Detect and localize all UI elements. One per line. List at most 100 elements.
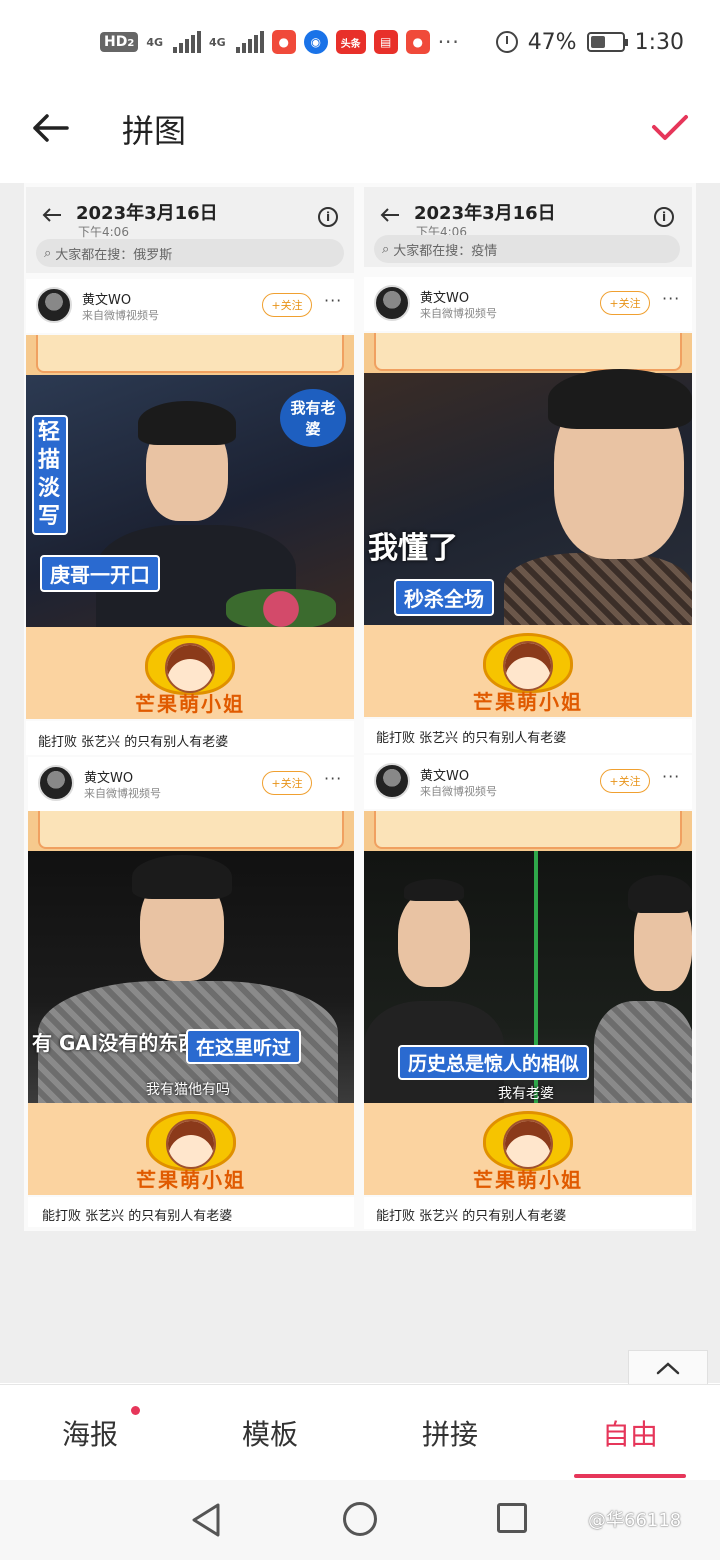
- arrow-left-icon: [380, 208, 399, 222]
- avatar: [374, 285, 410, 321]
- post-header: 黄文WO 来自微博视频号 +关注 ···: [26, 279, 354, 333]
- system-nav-bar: @华66118: [0, 1480, 720, 1560]
- person-hair-2: [628, 875, 692, 913]
- logo-girl-icon: [503, 641, 553, 691]
- video-footer: 芒果萌小姐: [364, 1103, 692, 1195]
- post-source: 来自微博视频号: [420, 785, 497, 798]
- arrow-left-icon: [42, 208, 61, 222]
- confirm-button[interactable]: [644, 102, 696, 154]
- video-footer: 芒果萌小姐: [26, 627, 354, 719]
- person-hair: [548, 369, 692, 429]
- video-subtitle-top: 我懂了: [368, 531, 458, 566]
- video-subtitle: 庚哥一开口: [40, 555, 160, 592]
- chevron-up-icon: [656, 1361, 680, 1374]
- video-subtitle: 历史总是惊人的相似: [398, 1045, 590, 1080]
- person-hair: [138, 401, 236, 445]
- nav-home-icon[interactable]: [343, 1502, 377, 1536]
- collage-canvas: 2023年3月16日 下午4:06 i ⌕ 大家都在搜：俄罗斯 黄文WO 来自微博…: [0, 183, 720, 1383]
- nav-recents-icon[interactable]: [497, 1503, 527, 1533]
- page-title: 拼图: [122, 112, 187, 150]
- info-icon: i: [654, 207, 674, 227]
- video-frame: 有 GAI没有的东西 在这里听过 我有猫他有吗 芒果萌小姐: [28, 811, 354, 1195]
- tab-stitch[interactable]: 拼接: [390, 1413, 510, 1453]
- tab-poster[interactable]: 海报: [30, 1413, 150, 1453]
- battery-fill: [590, 36, 605, 48]
- avatar: [36, 287, 72, 323]
- video-footer: 芒果萌小姐: [364, 625, 692, 717]
- search-icon: ⌕: [44, 245, 52, 261]
- screenshot-date: 2023年3月16日: [414, 203, 556, 224]
- video-frame: 我懂了 秒杀全场 芒果萌小姐: [364, 333, 692, 717]
- search-bar: ⌕ 大家都在搜：俄罗斯: [36, 239, 344, 267]
- post-author: 黄文WO: [84, 771, 134, 786]
- browser-app-icon: ◉: [303, 30, 328, 54]
- tab-template[interactable]: 模板: [210, 1413, 330, 1453]
- post-source: 来自微博视频号: [420, 307, 497, 320]
- search-text: 大家都在搜：疫情: [393, 243, 498, 259]
- check-icon: [652, 115, 688, 140]
- collage-tile-left[interactable]: 2023年3月16日 下午4:06 i ⌕ 大家都在搜：俄罗斯 黄文WO 来自微博…: [26, 187, 354, 1227]
- follow-button: +关注: [600, 769, 650, 793]
- tab-free[interactable]: 自由: [570, 1413, 690, 1453]
- signal-icon: [173, 31, 201, 53]
- nav-back-icon[interactable]: [190, 1502, 222, 1538]
- reader-app-icon: ▤: [373, 30, 398, 54]
- back-button[interactable]: [26, 104, 74, 152]
- video-frame: 历史总是惊人的相似 我有老婆 芒果萌小姐: [364, 811, 692, 1195]
- battery-percent: 47%: [527, 29, 577, 55]
- avatar: [374, 763, 410, 799]
- video-subtitle: 在这里听过: [186, 1029, 302, 1064]
- logo-text: 芒果萌小姐: [136, 1168, 246, 1192]
- video-footer: 芒果萌小姐: [28, 1103, 354, 1195]
- weibo-watermark: @华66118: [588, 1510, 682, 1531]
- more-icon: ···: [324, 291, 343, 310]
- person-hair: [132, 855, 232, 899]
- active-tab-indicator: [574, 1474, 686, 1478]
- speech-bubble: 我有老婆: [280, 389, 346, 447]
- signal-icon-2: [235, 31, 264, 53]
- post-header: 黄文WO 来自微博视频号 +关注 ···: [28, 757, 354, 811]
- post-caption: 能打败 张艺兴 的只有别人有老婆: [26, 721, 354, 755]
- search-icon: ⌕: [382, 241, 390, 257]
- new-badge-dot: [131, 1406, 140, 1415]
- post-caption: 能打败 张艺兴 的只有别人有老婆: [364, 719, 692, 753]
- post-caption: 能打败 张艺兴 的只有别人有老婆: [364, 1197, 692, 1229]
- status-bar: HD2 4G 4G ● ◉ 头条 ▤ ● ··· 47% 1:30: [0, 0, 720, 84]
- toutiao-app-icon: 头条: [335, 30, 366, 54]
- video-banner: [28, 811, 354, 851]
- side-subtitle: 轻描淡写: [32, 415, 68, 535]
- follow-button: +关注: [262, 771, 312, 795]
- logo-girl-icon: [166, 1119, 216, 1169]
- video-scene: 有 GAI没有的东西 在这里听过 我有猫他有吗: [28, 851, 354, 1111]
- collage-sheet[interactable]: 2023年3月16日 下午4:06 i ⌕ 大家都在搜：俄罗斯 黄文WO 来自微博…: [24, 183, 696, 1231]
- logo-text: 芒果萌小姐: [473, 1168, 583, 1192]
- video-banner: [364, 811, 692, 851]
- video-subtitle-white: 我有老婆: [498, 1086, 554, 1102]
- collage-tile-right[interactable]: 2023年3月16日 下午4:06 i ⌕ 大家都在搜：疫情 黄文WO 来自微博视…: [364, 187, 692, 1229]
- logo-girl-icon: [503, 1119, 553, 1169]
- app-header: 拼图: [0, 84, 720, 180]
- logo-text: 芒果萌小姐: [135, 692, 245, 716]
- video-scene: 我懂了 秒杀全场: [364, 369, 692, 633]
- battery-icon: [586, 32, 628, 52]
- video-banner: [26, 335, 354, 375]
- network-type-2: 4G: [209, 35, 226, 49]
- person-body: [504, 553, 692, 633]
- alarm-icon: [495, 31, 518, 53]
- expand-panel-button[interactable]: [628, 1350, 708, 1384]
- hd-voice-icon: HD2: [100, 32, 139, 52]
- post-author: 黄文WO: [82, 293, 132, 308]
- logo-girl-icon: [165, 643, 215, 693]
- more-notifications-icon: ···: [437, 30, 460, 54]
- post-source: 来自微博视频号: [82, 309, 159, 322]
- video-frame: 轻描淡写 我有老婆 庚哥一开口 芒果萌小姐: [26, 335, 354, 719]
- video-subtitle-top: 有 GAI没有的东西: [32, 1031, 199, 1055]
- more-icon: ···: [324, 769, 343, 788]
- video-subtitle-white: 我有猫他有吗: [146, 1082, 230, 1098]
- flowers: [226, 589, 336, 629]
- video-scene: 历史总是惊人的相似 我有老婆: [364, 851, 692, 1111]
- info-icon: i: [318, 207, 338, 227]
- logo-text: 芒果萌小姐: [473, 690, 583, 714]
- hd-sub: 2: [127, 38, 135, 49]
- screenshot-time: 下午4:06: [78, 225, 129, 239]
